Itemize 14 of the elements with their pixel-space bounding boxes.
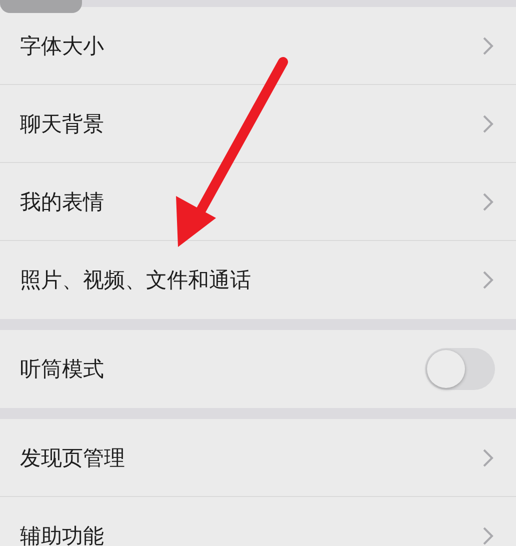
chevron-icon [482,448,494,468]
setting-label[interactable]: 字体大小 [20,32,104,60]
setting-label[interactable]: 辅助功能 [20,522,104,546]
chevron-icon [482,526,494,546]
setting-label[interactable]: 发现页管理 [20,444,125,472]
chevron-icon [482,36,494,56]
setting-label[interactable]: 照片、视频、文件和通话 [20,266,251,294]
toggle-switch[interactable] [425,348,495,390]
setting-label[interactable]: 听筒模式 [20,355,104,383]
chevron-icon [482,270,494,290]
setting-label[interactable]: 聊天背景 [20,110,104,138]
chevron-icon [482,114,494,134]
chevron-icon [482,192,494,212]
setting-label[interactable]: 我的表情 [20,188,104,216]
